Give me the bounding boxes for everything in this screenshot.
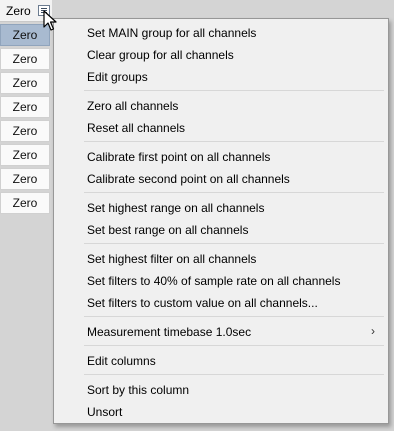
menu-separator (84, 345, 384, 346)
menu-item-filters-40-percent[interactable]: Set filters to 40% of sample rate on all… (55, 271, 387, 291)
column-context-menu: Set MAIN group for all channels Clear gr… (53, 18, 389, 424)
menu-separator (84, 90, 384, 91)
table-cell[interactable]: Zero (0, 192, 50, 214)
menu-item-label: Zero all channels (87, 99, 179, 113)
table-cell[interactable]: Zero (0, 120, 50, 142)
table-cell[interactable]: Zero (0, 48, 50, 70)
menu-item-label: Unsort (87, 405, 123, 419)
menu-item-set-main-group[interactable]: Set MAIN group for all channels (55, 23, 387, 43)
app-window: Zero Zero Zero Zero Zero Zero Zero Zero … (0, 0, 394, 431)
menu-item-label: Calibrate second point on all channels (87, 172, 290, 186)
menu-item-label: Reset all channels (87, 121, 186, 135)
table-cell[interactable]: Zero (0, 96, 50, 118)
menu-item-label: Edit columns (87, 354, 156, 368)
menu-item-label: Set best range on all channels (87, 223, 249, 237)
menu-item-label: Set filters to custom value on all chann… (87, 296, 318, 310)
menu-item-filters-custom[interactable]: Set filters to custom value on all chann… (55, 293, 387, 313)
chevron-right-icon: › (371, 324, 375, 338)
menu-item-label: Calibrate first point on all channels (87, 150, 271, 164)
zero-column-cells: Zero Zero Zero Zero Zero Zero Zero Zero (0, 24, 52, 216)
menu-item-label: Measurement timebase 1.0sec (87, 325, 252, 339)
menu-item-measurement-timebase[interactable]: Measurement timebase 1.0sec › (55, 322, 387, 342)
menu-item-label: Clear group for all channels (87, 48, 234, 62)
menu-item-label: Set filters to 40% of sample rate on all… (87, 274, 341, 288)
menu-item-label: Edit groups (87, 70, 148, 84)
menu-item-sort-by-column[interactable]: Sort by this column (55, 380, 387, 400)
table-cell[interactable]: Zero (0, 72, 50, 94)
menu-item-unsort[interactable]: Unsort (55, 402, 387, 422)
table-cell[interactable]: Zero (0, 144, 50, 166)
menu-item-highest-range[interactable]: Set highest range on all channels (55, 198, 387, 218)
menu-separator (84, 374, 384, 375)
menu-item-edit-groups[interactable]: Edit groups (55, 67, 387, 87)
menu-item-calibrate-second[interactable]: Calibrate second point on all channels (55, 169, 387, 189)
menu-item-edit-columns[interactable]: Edit columns (55, 351, 387, 371)
menu-item-calibrate-first[interactable]: Calibrate first point on all channels (55, 147, 387, 167)
menu-item-best-range[interactable]: Set best range on all channels (55, 220, 387, 240)
menu-item-highest-filter[interactable]: Set highest filter on all channels (55, 249, 387, 269)
menu-item-zero-all[interactable]: Zero all channels (55, 96, 387, 116)
menu-item-label: Set highest filter on all channels (87, 252, 257, 266)
menu-separator (84, 192, 384, 193)
menu-item-label: Sort by this column (87, 383, 190, 397)
menu-separator (84, 141, 384, 142)
table-cell[interactable]: Zero (0, 168, 50, 190)
menu-item-clear-group[interactable]: Clear group for all channels (55, 45, 387, 65)
menu-item-label: Set MAIN group for all channels (87, 26, 257, 40)
menu-item-reset-all[interactable]: Reset all channels (55, 118, 387, 138)
menu-item-label: Set highest range on all channels (87, 201, 265, 215)
mouse-cursor-icon (43, 10, 57, 31)
menu-separator (84, 243, 384, 244)
column-header-label: Zero (6, 4, 31, 18)
menu-separator (84, 316, 384, 317)
